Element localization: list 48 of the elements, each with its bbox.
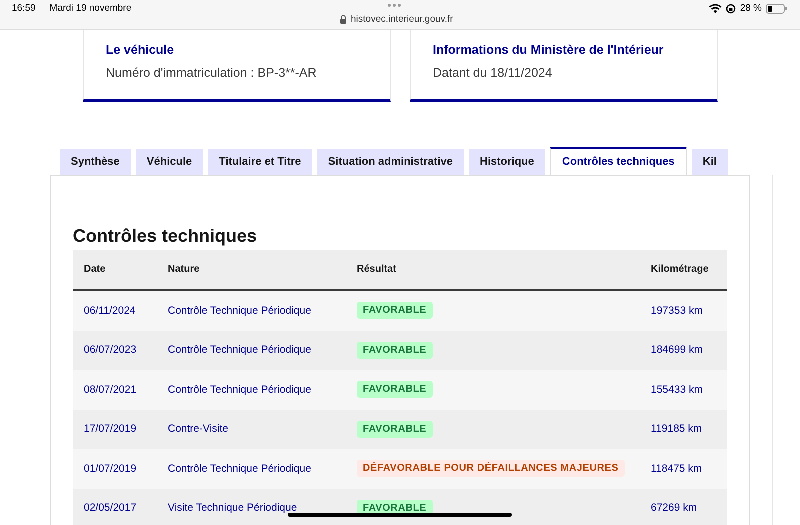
table-cell-text: 155433 km <box>651 384 704 396</box>
table-cell-text: 06/07/2023 <box>84 344 138 356</box>
battery-icon <box>766 4 788 14</box>
card-title: Informations du Ministère de l'Intérieur <box>433 43 665 57</box>
status-date: Mardi 19 novembre <box>50 3 132 14</box>
wifi-icon <box>709 4 722 14</box>
status-time: 16:59 <box>12 3 36 14</box>
lock-icon <box>340 15 347 24</box>
table-cell-text: 197353 km <box>651 304 704 317</box>
table-cell-text: Visite Technique Périodique <box>168 502 298 514</box>
url-bar[interactable]: histovec.interieur.gouv.fr <box>340 14 454 25</box>
table-cell-text: 119185 km <box>651 423 704 436</box>
tab[interactable]: Kil <box>692 149 728 175</box>
table-cell-text: 01/07/2019 <box>84 462 138 475</box>
table-cell-text: Contrôle Technique Périodique <box>168 384 312 396</box>
battery-level: 28 % <box>740 3 762 14</box>
table-cell-text: 184699 km <box>651 344 704 356</box>
result-badge: DÉFAVORABLE POUR DÉFAILLANCES MAJEURES <box>357 460 625 478</box>
card-text: Datant du 18/11/2024 <box>433 66 554 80</box>
result-badge: FAVORABLE <box>357 342 433 359</box>
section-title: Contrôles techniques <box>73 226 258 247</box>
table-cell-text: 17/07/2019 <box>84 423 138 436</box>
column-header: Date <box>84 264 107 275</box>
card-text: Numéro d'immatriculation : BP-3**-AR <box>106 66 318 80</box>
table-cell-text: 118475 km <box>651 462 704 475</box>
table-cell-text: Contre-Visite <box>168 423 230 436</box>
result-badge: FAVORABLE <box>357 302 433 320</box>
table-cell-text: Contrôle Technique Périodique <box>168 344 312 356</box>
column-header: Nature <box>168 264 201 275</box>
tab[interactable]: Véhicule <box>136 149 204 175</box>
tab[interactable]: Contrôles techniques <box>550 147 687 175</box>
table-cell-text: Contrôle Technique Périodique <box>168 462 312 475</box>
result-badge: FAVORABLE <box>357 420 433 438</box>
card-title: Le véhicule <box>106 43 176 57</box>
table-cell-text: 06/11/2024 <box>84 304 137 317</box>
column-header: Kilométrage <box>651 264 710 275</box>
column-header: Résultat <box>357 264 398 275</box>
result-badge: FAVORABLE <box>357 381 433 398</box>
tab[interactable]: Historique <box>469 149 546 175</box>
tab[interactable]: Titulaire et Titre <box>208 149 312 175</box>
table-cell-text: 02/05/2017 <box>84 502 138 514</box>
table-cell-text: Contrôle Technique Périodique <box>168 304 312 317</box>
table-cell-text: 08/07/2021 <box>84 384 138 396</box>
more-icon[interactable] <box>388 4 401 7</box>
rotation-lock-icon <box>726 4 736 14</box>
tab[interactable]: Synthèse <box>60 149 131 175</box>
tab[interactable]: Situation administrative <box>317 149 464 175</box>
table-cell-text: 67269 km <box>651 502 698 514</box>
